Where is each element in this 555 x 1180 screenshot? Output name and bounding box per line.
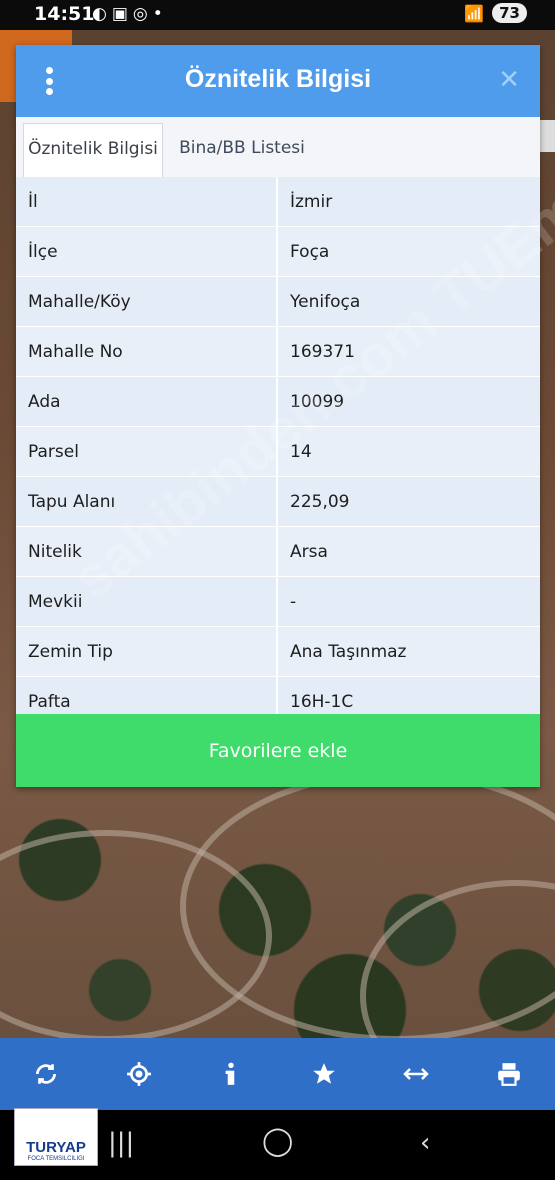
table-row: Mahalle/Köy Yenifoça xyxy=(16,277,540,327)
wifi-icon: 📶 xyxy=(464,3,485,23)
row-key: Parsel xyxy=(16,427,278,476)
info-icon[interactable] xyxy=(211,1054,251,1094)
table-row: İlçe Foça xyxy=(16,227,540,277)
row-key: İlçe xyxy=(16,227,278,276)
home-icon[interactable]: ◯ xyxy=(262,1124,293,1157)
dialog-tabs: Öznitelik Bilgisi Bina/BB Listesi xyxy=(16,117,540,178)
logo-subtitle: FOCA TEMSILCILIGI xyxy=(27,1156,85,1162)
table-row: Zemin Tip Ana Taşınmaz xyxy=(16,627,540,677)
table-row: İl İzmir xyxy=(16,177,540,227)
row-value: Arsa xyxy=(290,541,328,562)
dialog-title: Öznitelik Bilgisi xyxy=(184,65,372,93)
dialog-header: Öznitelik Bilgisi ✕ xyxy=(16,45,540,117)
table-row: Mahalle No 169371 xyxy=(16,327,540,377)
attribute-dialog: Öznitelik Bilgisi ✕ Öznitelik Bilgisi Bi… xyxy=(16,45,540,787)
row-key: İl xyxy=(16,177,278,226)
row-key: Tapu Alanı xyxy=(16,477,278,526)
logo-brand: TURYAP xyxy=(26,1139,86,1156)
row-key: Mahalle/Köy xyxy=(16,277,278,326)
close-icon[interactable]: ✕ xyxy=(498,65,520,95)
status-bar: 14:51 ◐▣◎• 📶 73 xyxy=(0,0,555,30)
notification-icons: ◐▣◎• xyxy=(92,4,168,24)
row-value: Foça xyxy=(290,241,330,262)
row-value: 14 xyxy=(290,441,312,462)
row-key: Mahalle No xyxy=(16,327,278,376)
status-time: 14:51 xyxy=(34,3,95,25)
row-key: Ada xyxy=(16,377,278,426)
side-handle[interactable] xyxy=(539,120,555,152)
table-row: Tapu Alanı 225,09 xyxy=(16,477,540,527)
row-value: 225,09 xyxy=(290,491,350,512)
row-value: 10099 xyxy=(290,391,345,412)
table-row: Nitelik Arsa xyxy=(16,527,540,577)
row-value: Ana Taşınmaz xyxy=(290,641,407,662)
row-key: Zemin Tip xyxy=(16,627,278,676)
status-right: 📶 73 xyxy=(464,3,527,23)
turyap-logo: TURYAP FOCA TEMSILCILIGI xyxy=(14,1108,98,1166)
row-value: İzmir xyxy=(290,191,333,212)
table-row: Mevkii - xyxy=(16,577,540,627)
row-key: Nitelik xyxy=(16,527,278,576)
map-toolbar xyxy=(0,1038,555,1110)
star-icon[interactable] xyxy=(304,1054,344,1094)
print-icon[interactable] xyxy=(489,1054,529,1094)
refresh-icon[interactable] xyxy=(26,1054,66,1094)
recent-apps-icon[interactable]: ||| xyxy=(108,1128,134,1158)
attribute-table: İl İzmir İlçe Foça Mahalle/Köy Yenifoça Mah… xyxy=(16,177,540,727)
table-row: Ada 10099 xyxy=(16,377,540,427)
add-favorite-button[interactable]: Favorilere ekle xyxy=(16,714,540,787)
tab-attribute-info[interactable]: Öznitelik Bilgisi xyxy=(23,123,163,177)
tab-building-list[interactable]: Bina/BB Listesi xyxy=(172,123,312,177)
row-key: Mevkii xyxy=(16,577,278,626)
battery-indicator: 73 xyxy=(492,3,527,23)
back-icon[interactable]: ‹ xyxy=(420,1128,430,1158)
row-value: - xyxy=(290,591,297,612)
row-value: 169371 xyxy=(290,341,355,362)
row-value: Yenifoça xyxy=(290,291,361,312)
table-row: Parsel 14 xyxy=(16,427,540,477)
measure-icon[interactable] xyxy=(396,1054,436,1094)
locate-icon[interactable] xyxy=(119,1054,159,1094)
